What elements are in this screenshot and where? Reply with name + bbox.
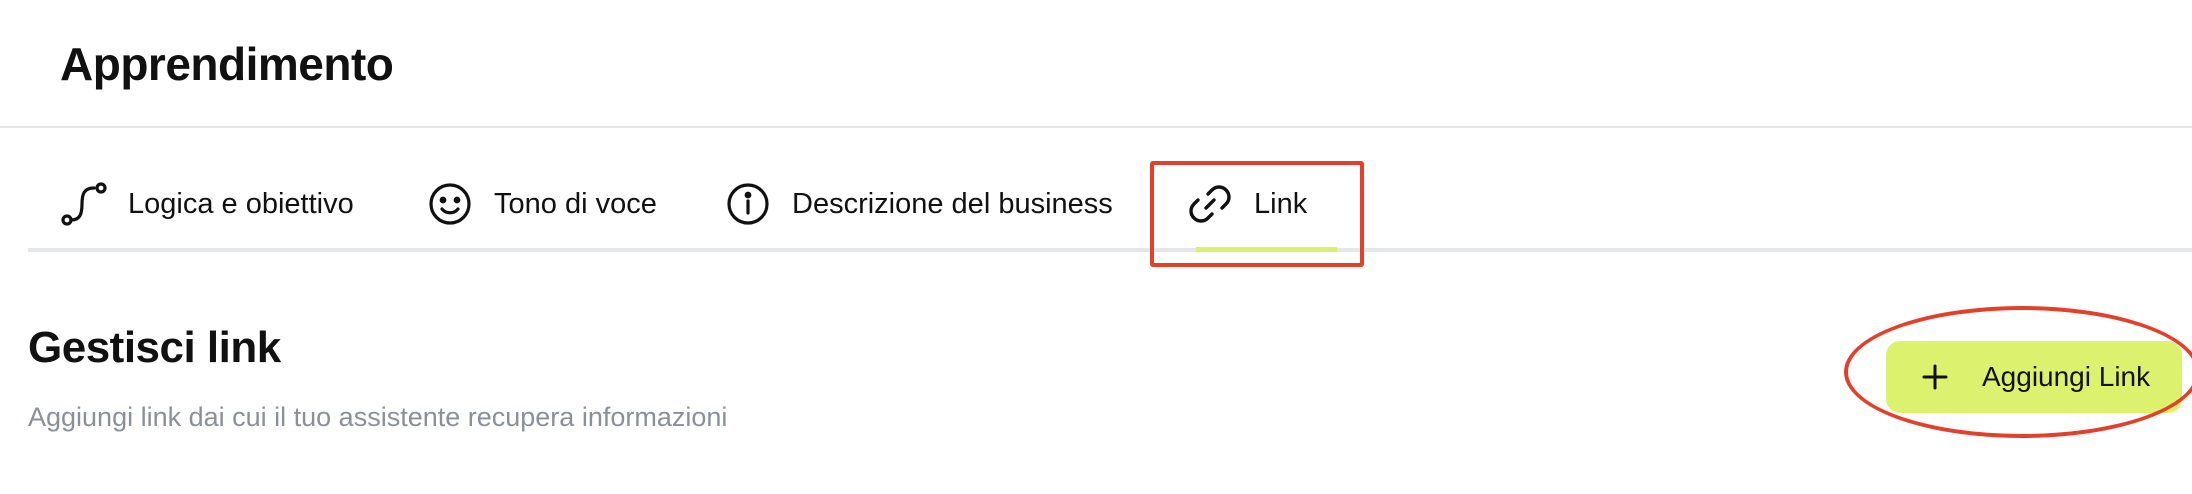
add-link-button[interactable]: Aggiungi Link (1886, 341, 2182, 413)
page: Apprendimento Logica e obiettivo Tono di… (0, 0, 2192, 494)
tab-label: Tono di voce (494, 187, 657, 220)
page-title: Apprendimento (60, 38, 394, 90)
tab-label: Descrizione del business (792, 187, 1113, 220)
section-subtitle: Aggiungi link dai cui il tuo assistente … (28, 402, 728, 432)
tab-bar: Logica e obiettivo Tono di voce Descrizi… (28, 160, 2192, 252)
link-icon (1186, 180, 1234, 228)
tab-logica-e-obiettivo[interactable]: Logica e obiettivo (60, 160, 354, 248)
tab-tono-di-voce[interactable]: Tono di voce (426, 160, 657, 248)
section-title: Gestisci link (28, 323, 281, 372)
tab-link[interactable]: Link (1186, 160, 1338, 252)
tab-descrizione-del-business[interactable]: Descrizione del business (724, 160, 1113, 248)
tab-label: Logica e obiettivo (128, 187, 354, 220)
plus-icon (1918, 360, 1952, 394)
tab-label: Link (1254, 187, 1308, 220)
add-link-label: Aggiungi Link (1982, 361, 2151, 392)
path-curve-icon (60, 180, 108, 228)
info-circle-icon (724, 180, 772, 228)
smiley-icon (426, 180, 474, 228)
page-header: Apprendimento (0, 0, 2192, 128)
